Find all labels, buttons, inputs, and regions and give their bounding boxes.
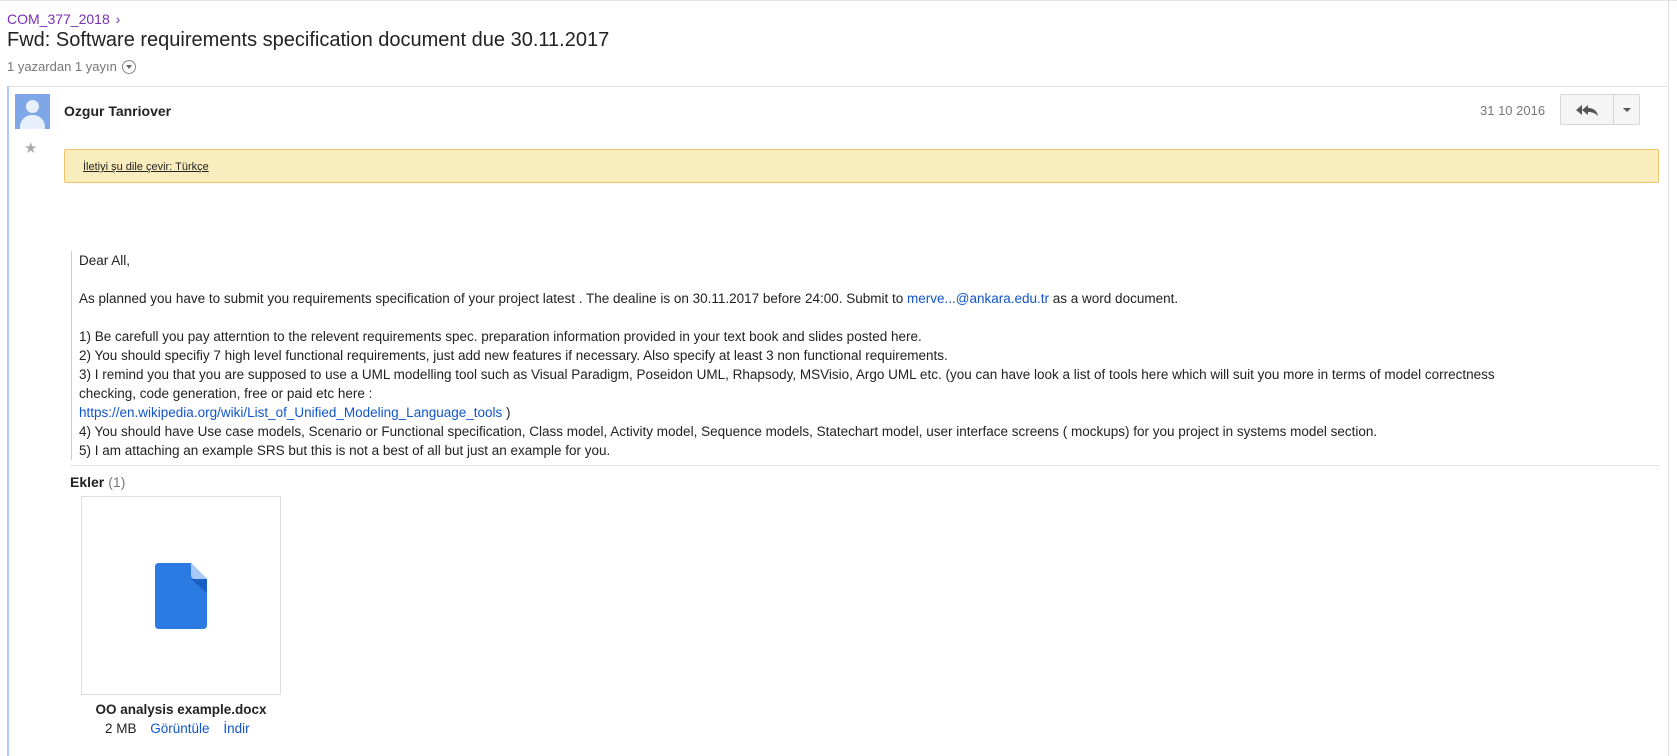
star-icon[interactable]: ★ [24,139,37,157]
attachments-heading: Ekler (1) [70,474,125,490]
attachment-card[interactable] [81,496,281,695]
list-item: 5) I am attaching an example SRS but thi… [79,443,611,458]
reply-all-button[interactable] [1560,94,1614,125]
message-actions [1560,94,1640,125]
thread-subject: Fwd: Software requirements specification… [7,29,610,51]
list-item-continued: checking, code generation, free or paid … [79,386,373,401]
list-item: 4) You should have Use case models, Scen… [79,424,1378,439]
breadcrumb[interactable]: COM_377_2018 › [7,11,120,27]
translate-banner: İletiyi şu dile çevir: Türkçe [64,149,1659,183]
email-link[interactable]: merve...@ankara.edu.tr [907,291,1049,306]
top-divider [0,0,1677,1]
wikipedia-link[interactable]: https://en.wikipedia.org/wiki/List_of_Un… [79,405,502,420]
list-item: 3) I remind you that you are supposed to… [79,367,1495,382]
message-body: Dear All, As planned you have to submit … [71,251,1659,460]
thread-selection-bar [7,86,9,756]
thread-meta-text: 1 yazardan 1 yayın [7,59,117,74]
translate-link[interactable]: İletiyi şu dile çevir: Türkçe [83,161,209,173]
list-item: 2) You should specifiy 7 high level func… [79,348,948,363]
download-link[interactable]: İndir [223,721,249,736]
thread-meta: 1 yazardan 1 yayın [7,59,136,74]
attachment-name[interactable]: OO analysis example.docx [81,702,281,717]
breadcrumb-group[interactable]: COM_377_2018 [7,11,110,27]
body-paragraph: As planned you have to submit you requir… [79,291,1179,306]
attachment-actions: 2 MB Görüntüle İndir [105,721,250,736]
breadcrumb-chevron-icon: › [115,11,121,27]
document-icon [155,563,207,629]
message-date: 31 10 2016 [1480,103,1546,118]
view-link[interactable]: Görüntüle [150,721,209,736]
reply-all-icon [1576,104,1598,116]
sender-name[interactable]: Ozgur Tanriover [64,103,171,119]
attachments-divider [70,465,1660,466]
chevron-down-icon [1622,107,1631,112]
list-item: 1) Be carefull you pay atterntion to the… [79,329,922,344]
more-options-button[interactable] [1614,94,1640,125]
right-scroll-edge [1668,0,1669,756]
attachments-count: (1) [108,474,126,490]
avatar-icon[interactable] [15,94,50,129]
attachments-label: Ekler [70,474,105,490]
dropdown-arrow-icon[interactable] [121,59,136,74]
thread-divider [7,86,1668,87]
greeting: Dear All, [79,253,131,268]
url-line: https://en.wikipedia.org/wiki/List_of_Un… [79,405,511,420]
attachment-size: 2 MB [105,721,137,736]
